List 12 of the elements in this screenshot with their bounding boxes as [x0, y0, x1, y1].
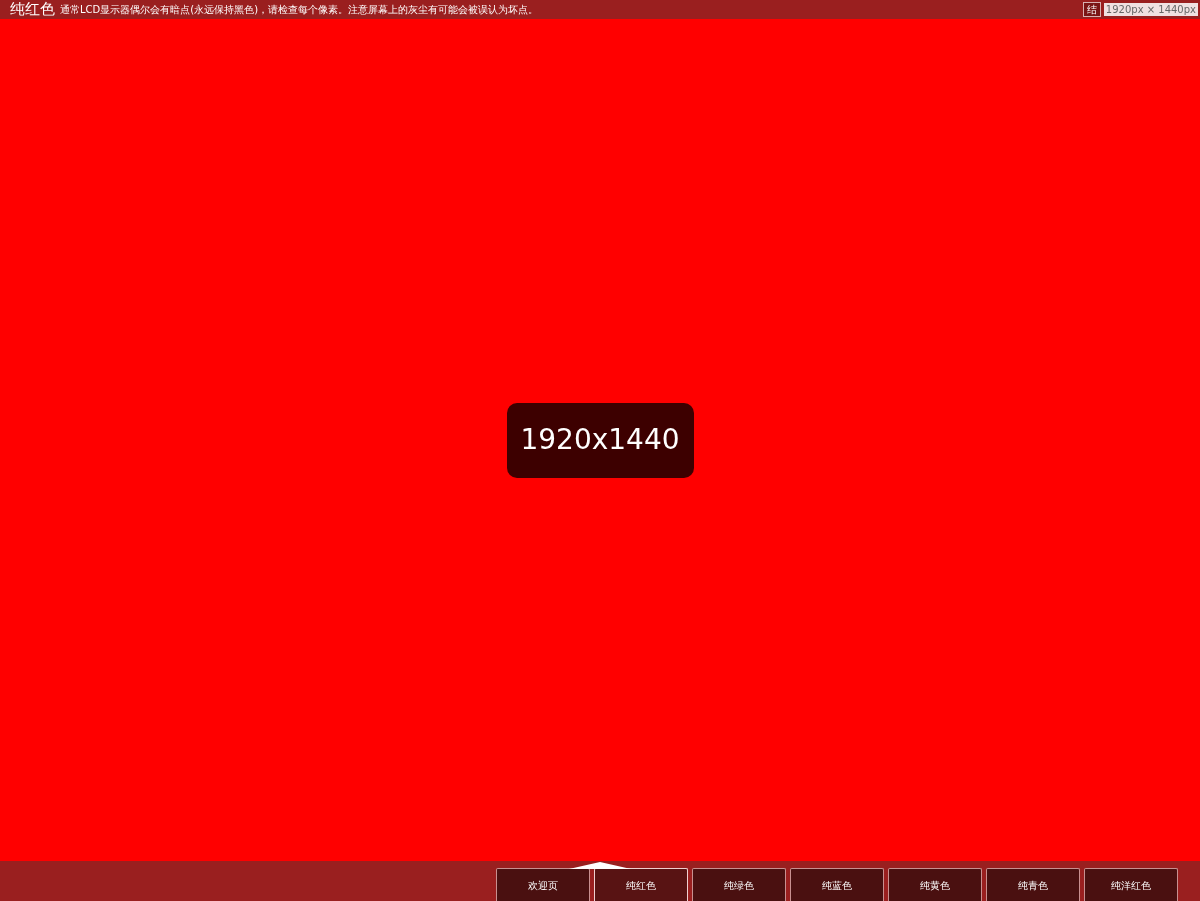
color-tab[interactable]: 欢迎页 — [496, 868, 590, 901]
color-tab[interactable]: 纯黄色 — [888, 868, 982, 901]
size-tooltip: 1920px × 1440px — [1103, 3, 1198, 16]
color-tab[interactable]: 纯绿色 — [692, 868, 786, 901]
color-tab[interactable]: 纯青色 — [986, 868, 1080, 901]
pointer-icon — [569, 862, 631, 869]
resolution-badge: 1920x1440 — [506, 402, 694, 478]
description-text: 通常LCD显示器偶尔会有暗点(永远保持黑色)，请检查每个像素。注意屏幕上的灰尘有可能会被误认为坏点。 — [60, 3, 539, 17]
page-title: 纯红色 — [9, 0, 56, 19]
color-tab[interactable]: 纯蓝色 — [790, 868, 884, 901]
color-tab[interactable]: 纯洋红色 — [1084, 868, 1178, 901]
end-button[interactable]: 结 — [1082, 2, 1101, 17]
